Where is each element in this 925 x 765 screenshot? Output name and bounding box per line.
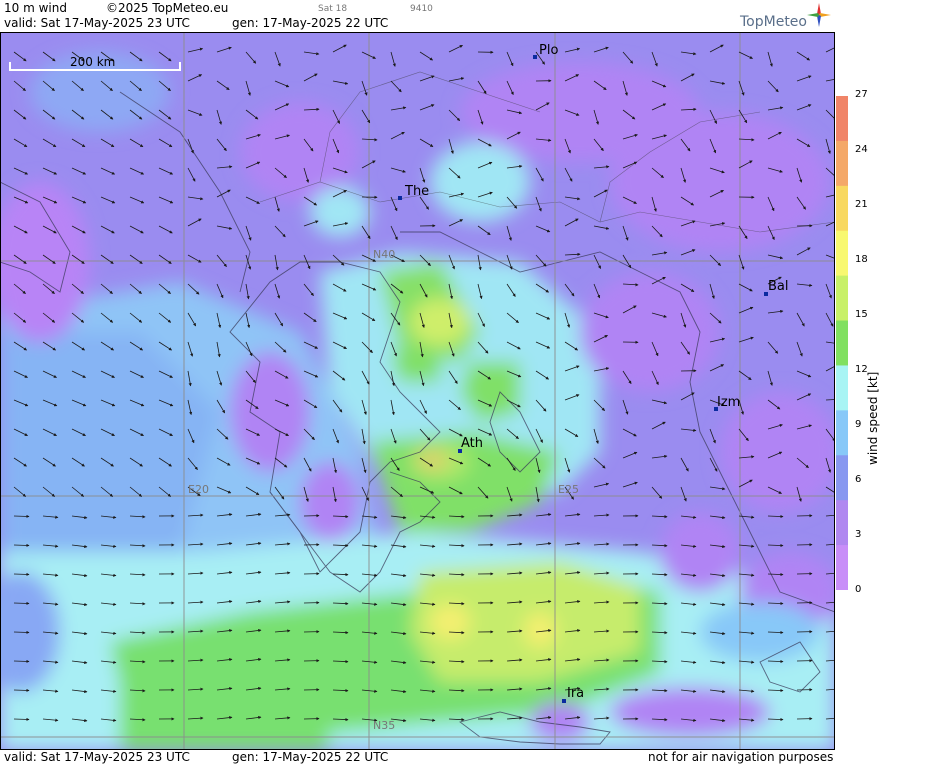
map-header: 10 m wind ©2025 TopMeteo.eu valid: Sat 1… bbox=[0, 0, 835, 32]
wind-arrow bbox=[13, 630, 30, 635]
lat-label-35: N35 bbox=[373, 719, 395, 732]
colorbar-band bbox=[836, 140, 848, 187]
colorbar-gradient bbox=[836, 96, 848, 591]
disclaimer: not for air navigation purposes bbox=[648, 750, 834, 764]
svg-text:Bal: Bal bbox=[768, 279, 789, 294]
map-footer: valid: Sat 17-May-2025 23 UTC gen: 17-Ma… bbox=[0, 750, 835, 765]
wind-arrow bbox=[13, 659, 30, 664]
product-code: 9410 bbox=[410, 4, 433, 14]
colorbar-band bbox=[836, 185, 848, 232]
colorbar-band bbox=[836, 545, 848, 591]
city-bal[interactable]: Bal bbox=[764, 279, 789, 296]
topmeteo-logo[interactable]: TopMeteo bbox=[740, 14, 807, 30]
colorbar-band bbox=[836, 410, 848, 456]
wind-arrow bbox=[13, 572, 30, 577]
colorbar-tick: 9 bbox=[855, 419, 862, 430]
colorbar-band bbox=[836, 275, 848, 322]
generation-time: gen: 17-May-2025 22 UTC bbox=[232, 16, 389, 30]
valid-time: valid: Sat 17-May-2025 23 UTC bbox=[4, 16, 190, 30]
wind-arrow bbox=[13, 688, 30, 693]
scale-bar-label: 200 km bbox=[70, 55, 115, 69]
wind-arrow bbox=[13, 601, 30, 606]
next-day-label: Sat 18 bbox=[318, 4, 348, 14]
colorbar-tick: 21 bbox=[855, 199, 868, 210]
colorbar-tick: 24 bbox=[855, 144, 868, 155]
colorbar-tick: 15 bbox=[855, 309, 868, 320]
colorbar-tick: 18 bbox=[855, 254, 868, 265]
svg-text:Izm: Izm bbox=[717, 395, 740, 410]
colorbar-band bbox=[836, 96, 848, 142]
wind-arrow bbox=[13, 514, 30, 519]
colorbar-tick: 27 bbox=[855, 89, 868, 100]
colorbar-band bbox=[836, 455, 848, 501]
svg-text:Ira: Ira bbox=[567, 686, 584, 701]
colorbar-band bbox=[836, 230, 848, 277]
colorbar bbox=[836, 96, 848, 591]
compass-logo-icon bbox=[807, 3, 831, 27]
wind-map[interactable]: N40 N35 E20 E25 200 km Plo The Bal Izm A… bbox=[0, 32, 835, 750]
footer-generation-time: gen: 17-May-2025 22 UTC bbox=[232, 750, 389, 764]
copyright: ©2025 TopMeteo.eu bbox=[106, 1, 229, 15]
parameter-title: 10 m wind bbox=[4, 1, 67, 15]
colorbar-band bbox=[836, 365, 848, 411]
colorbar-band bbox=[836, 320, 848, 366]
wind-arrow bbox=[13, 543, 30, 548]
svg-text:The: The bbox=[404, 184, 429, 199]
colorbar-tick: 6 bbox=[855, 474, 862, 485]
colorbar-tick: 3 bbox=[855, 529, 862, 540]
lon-label-20: E20 bbox=[188, 483, 209, 496]
wind-arrow bbox=[13, 717, 30, 722]
lat-label-40: N40 bbox=[373, 248, 395, 261]
svg-text:Ath: Ath bbox=[461, 436, 483, 451]
colorbar-band bbox=[836, 500, 848, 546]
colorbar-tick: 0 bbox=[855, 584, 862, 595]
svg-text:Plo: Plo bbox=[539, 43, 558, 58]
lon-label-25: E25 bbox=[558, 483, 579, 496]
colorbar-title: wind speed [kt] bbox=[866, 371, 880, 465]
city-ath[interactable]: Ath bbox=[458, 436, 483, 453]
footer-valid-time: valid: Sat 17-May-2025 23 UTC bbox=[4, 750, 190, 764]
city-izm[interactable]: Izm bbox=[714, 395, 740, 411]
